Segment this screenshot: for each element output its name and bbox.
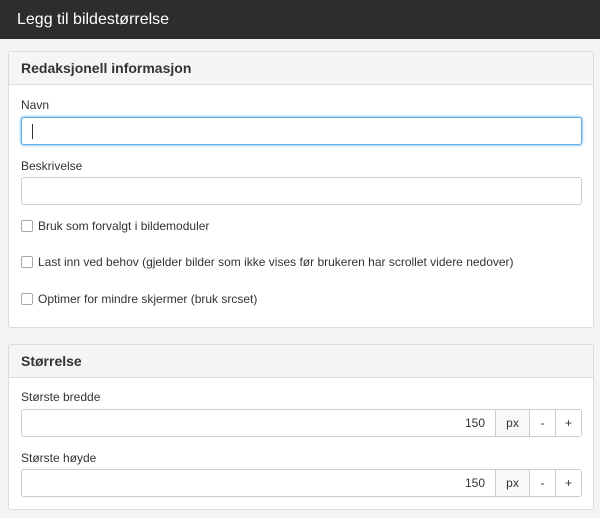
max-width-increment-button[interactable]: +	[555, 410, 581, 436]
description-label: Beskrivelse	[21, 159, 83, 173]
editorial-panel: Redaksjonell informasjon Navn Beskrivels…	[8, 51, 594, 328]
max-height-increment-button[interactable]: +	[555, 470, 581, 496]
lazy-load-checkbox[interactable]	[21, 256, 33, 268]
default-in-image-modules-label: Bruk som forvalgt i bildemoduler	[38, 219, 210, 233]
max-width-label: Største bredde	[21, 390, 101, 404]
size-panel-heading: Størrelse	[9, 345, 593, 378]
max-height-decrement-button[interactable]: -	[529, 470, 555, 496]
lazy-load-option[interactable]: Last inn ved behov (gjelder bilder som i…	[21, 254, 514, 270]
max-width-stepper: 150 px - +	[21, 409, 582, 437]
max-width-unit: px	[495, 410, 529, 436]
default-in-image-modules-checkbox[interactable]	[21, 220, 33, 232]
text-caret	[32, 124, 33, 139]
editorial-panel-heading: Redaksjonell informasjon	[9, 52, 593, 85]
name-input[interactable]	[21, 117, 582, 145]
size-panel: Størrelse Største bredde 150 px - + Stør…	[8, 344, 594, 510]
max-height-label: Største høyde	[21, 451, 97, 465]
lazy-load-label: Last inn ved behov (gjelder bilder som i…	[38, 255, 514, 269]
max-height-stepper: 150 px - +	[21, 469, 582, 497]
description-input[interactable]	[21, 177, 582, 205]
default-in-image-modules-option[interactable]: Bruk som forvalgt i bildemoduler	[21, 218, 209, 234]
dialog-title: Legg til bildestørrelse	[0, 0, 600, 39]
name-label: Navn	[21, 98, 50, 112]
srcset-label: Optimer for mindre skjermer (bruk srcset…	[38, 292, 258, 306]
max-height-input[interactable]: 150	[22, 470, 495, 496]
srcset-checkbox[interactable]	[21, 293, 33, 305]
max-width-decrement-button[interactable]: -	[529, 410, 555, 436]
srcset-option[interactable]: Optimer for mindre skjermer (bruk srcset…	[21, 291, 257, 307]
max-height-unit: px	[495, 470, 529, 496]
max-width-input[interactable]: 150	[22, 410, 495, 436]
